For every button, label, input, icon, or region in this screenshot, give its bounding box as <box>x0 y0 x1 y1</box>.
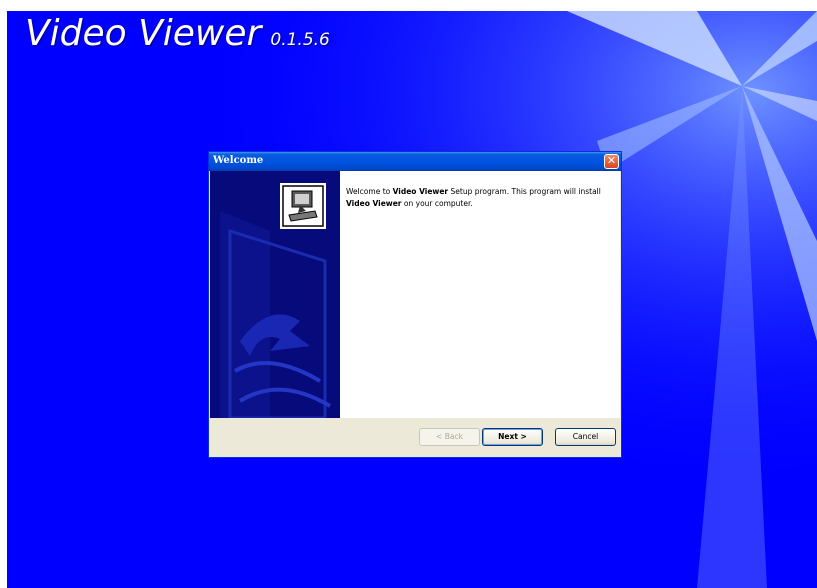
next-button[interactable]: Next > <box>482 428 543 446</box>
close-icon: ✕ <box>606 154 617 167</box>
dialog-content: Welcome to Video Viewer Setup program. T… <box>340 171 620 418</box>
dialog-title: Welcome <box>213 155 264 166</box>
app-title: Video Viewer 0.1.5.6 <box>25 13 330 54</box>
cancel-button[interactable]: Cancel <box>555 428 616 446</box>
welcome-app-name: Video Viewer <box>392 187 449 196</box>
welcome-middle: Setup program. This program will install <box>448 187 601 196</box>
wizard-side-panel <box>210 171 340 418</box>
close-button[interactable]: ✕ <box>604 154 619 169</box>
welcome-app-name-2: Video Viewer <box>346 199 402 208</box>
welcome-prefix: Welcome to <box>346 187 393 196</box>
welcome-dialog: Welcome ✕ Welcome to Video Viewer Setup … <box>208 151 622 458</box>
welcome-suffix: on your computer. <box>401 199 473 208</box>
installer-background: Video Viewer 0.1.5.6 Welcome ✕ Welcome t… <box>7 11 817 588</box>
wizard-button-bar: < Back Next > Cancel <box>210 418 620 456</box>
app-version: 0.1.5.6 <box>270 30 330 50</box>
back-button[interactable]: < Back <box>419 428 480 446</box>
installer-computer-icon <box>280 183 326 229</box>
app-title-name: Video Viewer <box>25 13 262 54</box>
welcome-message: Welcome to Video Viewer Setup program. T… <box>346 186 614 210</box>
dialog-titlebar[interactable]: Welcome ✕ <box>209 152 621 171</box>
